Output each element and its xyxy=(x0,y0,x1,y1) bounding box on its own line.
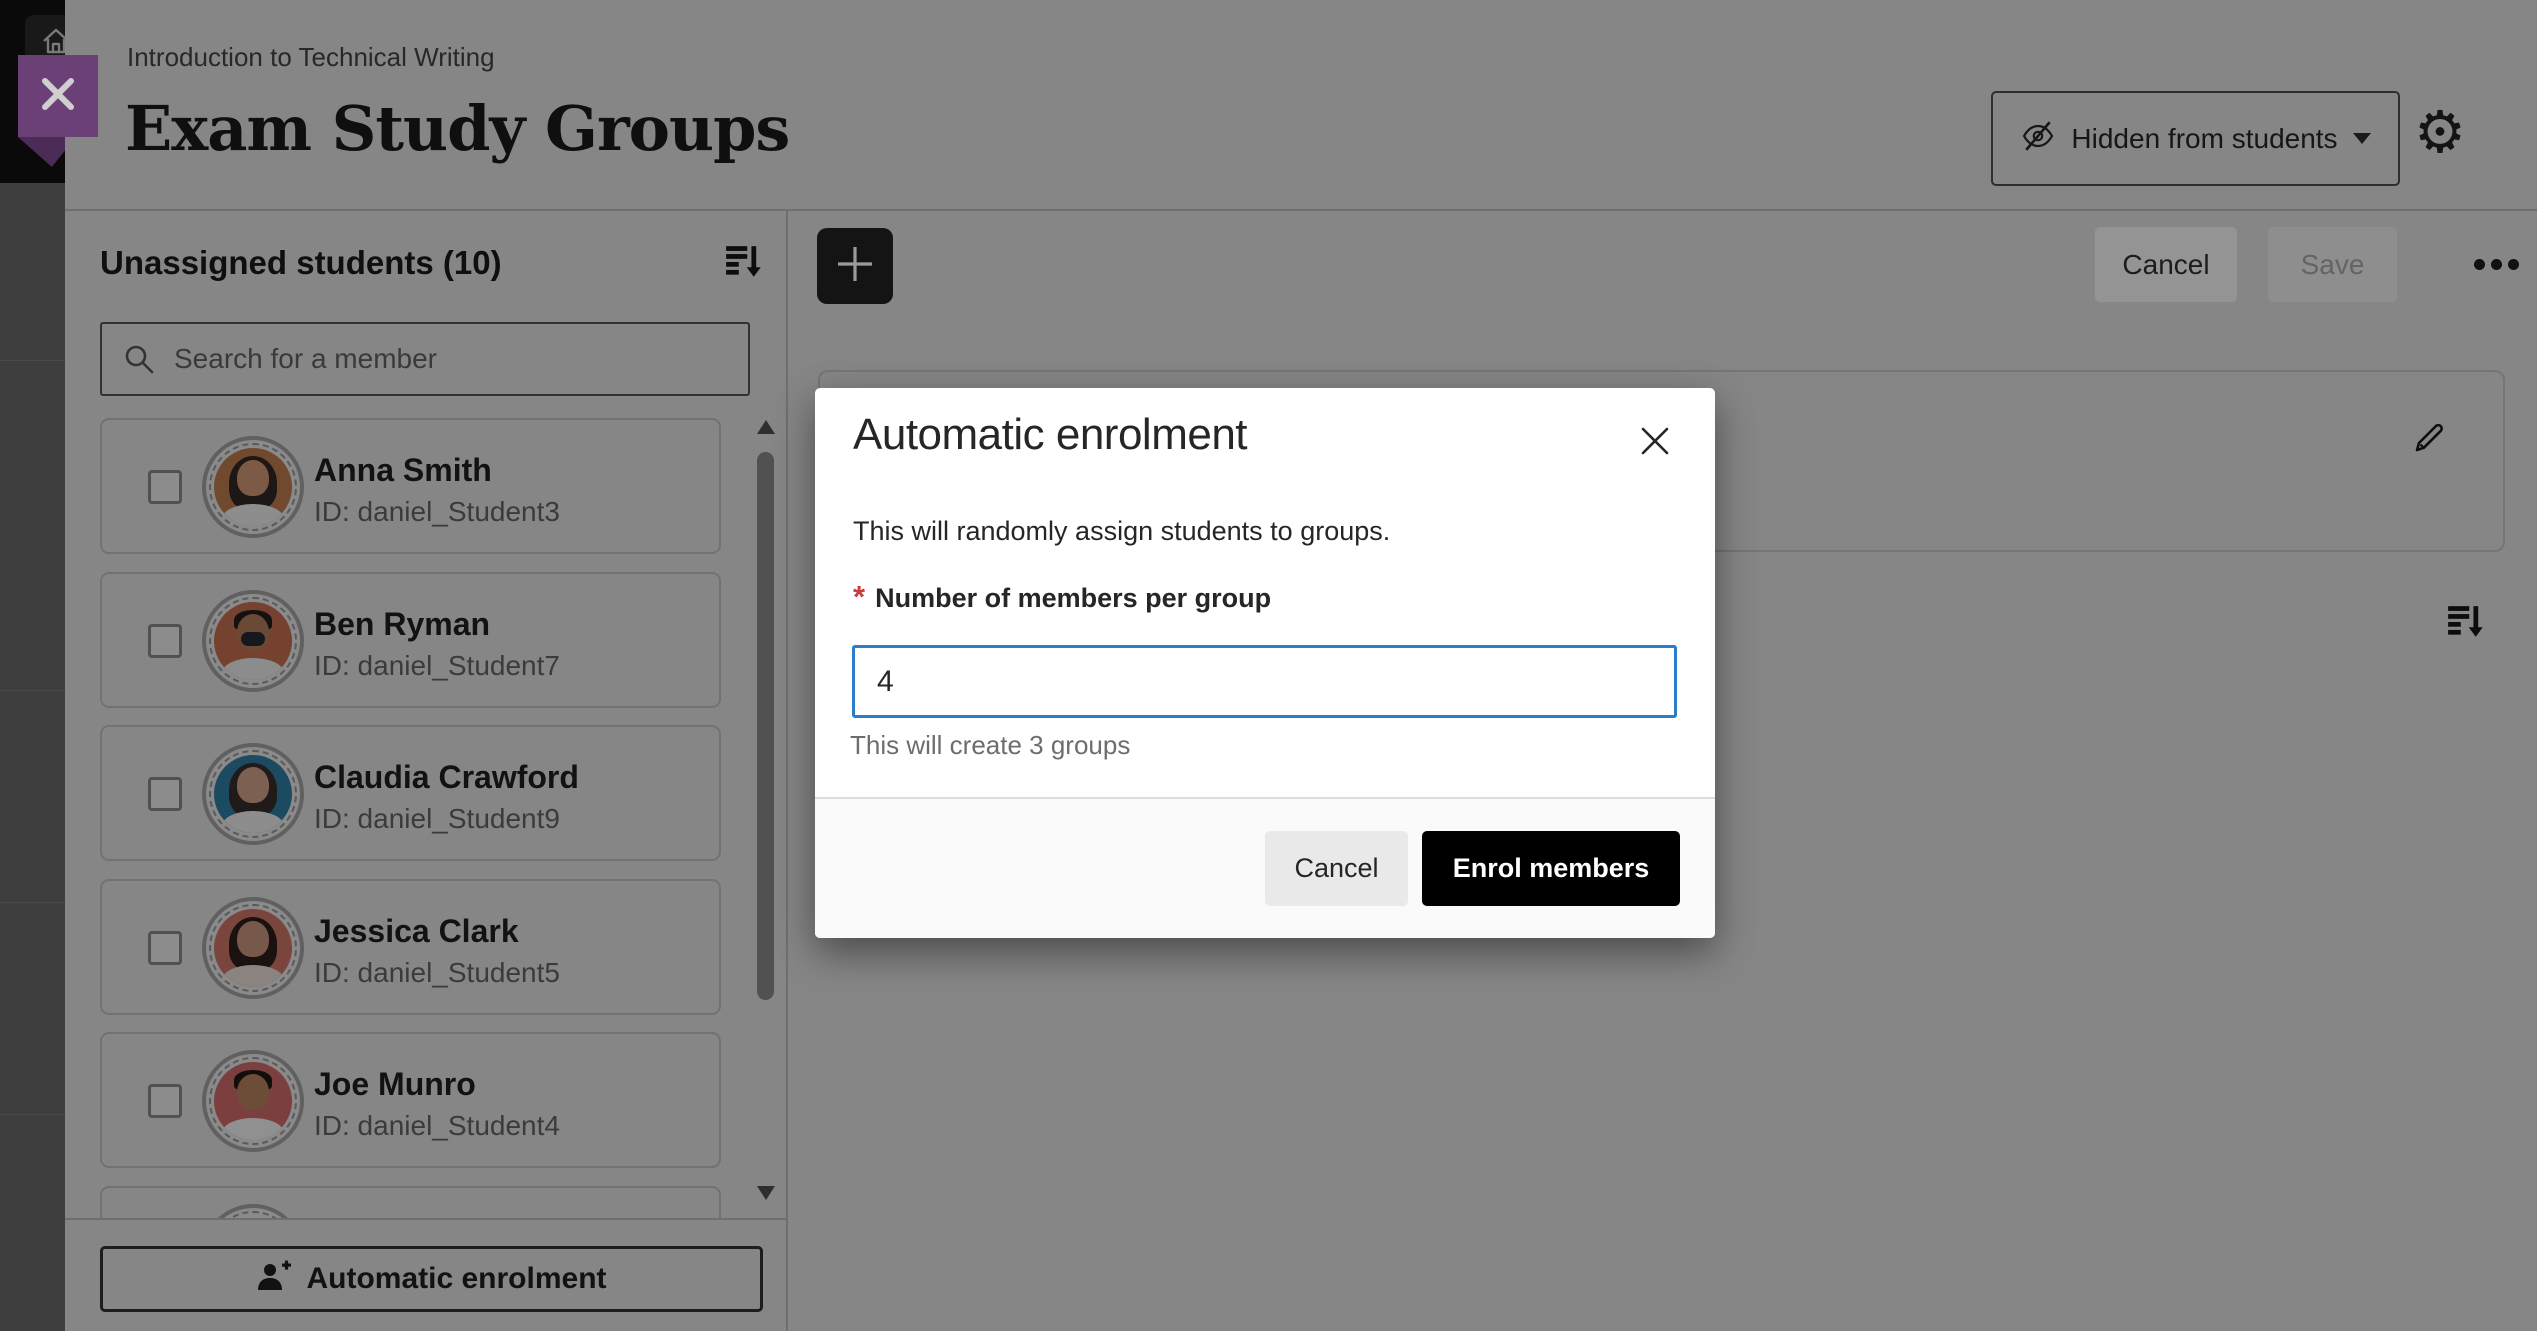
groups-helper-text: This will create 3 groups xyxy=(850,730,1130,761)
modal-title: Automatic enrolment xyxy=(853,410,1247,460)
required-marker: * xyxy=(853,582,865,612)
automatic-enrolment-modal: Automatic enrolment This will randomly a… xyxy=(815,388,1715,938)
enrol-members-button[interactable]: Enrol members xyxy=(1422,831,1680,906)
members-per-group-label: Number of members per group xyxy=(875,582,1271,614)
modal-description: This will randomly assign students to gr… xyxy=(853,516,1390,547)
modal-cancel-button[interactable]: Cancel xyxy=(1265,831,1408,906)
members-per-group-input[interactable] xyxy=(852,645,1677,718)
close-icon[interactable] xyxy=(1632,418,1678,464)
screen: Introduction to Technical Writing Exam S… xyxy=(0,0,2537,1331)
field-label-row: * Number of members per group xyxy=(853,582,1271,614)
